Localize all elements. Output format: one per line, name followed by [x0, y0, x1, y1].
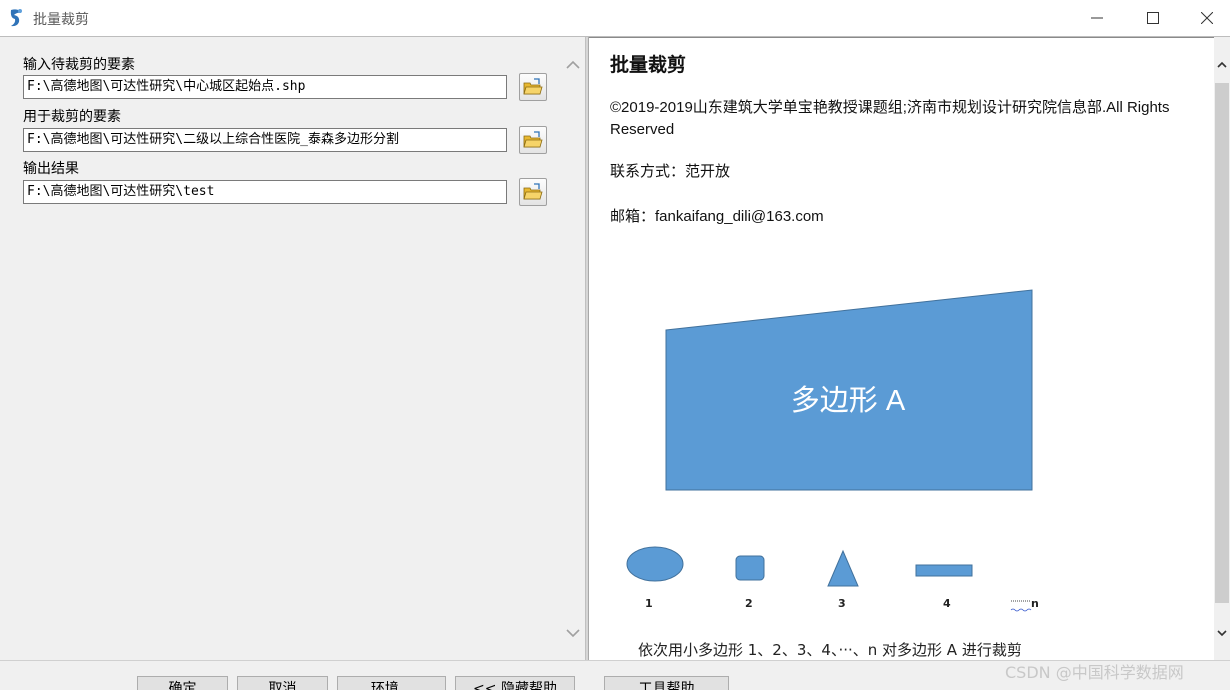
polygon-a-label: 多边形 A [791, 384, 906, 417]
help-scroll-up-button[interactable] [1215, 57, 1229, 73]
input-features-field[interactable]: F:\高德地图\可达性研究\中心城区起始点.shp [23, 75, 507, 99]
title-bar: 批量裁剪 [0, 0, 1230, 36]
help-scroll-down-button[interactable] [1215, 625, 1229, 641]
help-contact: 联系方式：范开放 [610, 163, 731, 180]
parameter-scrollbar[interactable] [561, 37, 585, 660]
chevron-down-icon [1217, 630, 1227, 637]
open-folder-icon [523, 78, 543, 95]
shape-1-ellipse [626, 546, 684, 582]
scroll-down-button[interactable] [565, 625, 581, 641]
chevron-up-icon [566, 60, 580, 69]
shape-3-label: 3 [838, 597, 846, 610]
environments-button[interactable]: 环境... [337, 676, 446, 690]
help-email: 邮箱：fankaifang_dili@163.com [610, 208, 824, 225]
diagram-caption: 依次用小多边形 1、2、3、4、···、n 对多边形 A 进行裁剪 [638, 641, 1022, 659]
output-field[interactable]: F:\高德地图\可达性研究\test [23, 180, 507, 204]
maximize-icon [1147, 12, 1159, 24]
shape-3-triangle [827, 549, 859, 587]
input-features-label: 输入待裁剪的要素 [23, 57, 135, 73]
clip-features-label: 用于裁剪的要素 [23, 109, 121, 125]
shape-2-label: 2 [745, 597, 753, 610]
clip-features-browse-button[interactable] [519, 126, 547, 154]
clip-features-field[interactable]: F:\高德地图\可达性研究\二级以上综合性医院_泰森多边形分割 [23, 128, 507, 152]
help-title: 批量裁剪 [610, 54, 687, 76]
shape-1-label: 1 [645, 597, 653, 610]
help-copyright: ©2019-2019山东建筑大学单宝艳教授课题组;济南市规划设计研究院信息部.A… [610, 99, 1170, 138]
output-browse-button[interactable] [519, 178, 547, 206]
minimize-button[interactable] [1074, 0, 1120, 36]
scroll-up-button[interactable] [565, 57, 581, 73]
maximize-button[interactable] [1130, 0, 1176, 36]
shape-2-rounded-square [735, 555, 765, 581]
parameter-panel: 输入待裁剪的要素 F:\高德地图\可达性研究\中心城区起始点.shp 用于裁剪的… [0, 37, 585, 660]
spellcheck-squiggle [1010, 608, 1032, 612]
clip-diagram: 多边形 A 1 2 3 4 n 依次用小多边形 1、2、3、4、···、n 对多… [626, 289, 1039, 659]
shape-n-label: n [1031, 597, 1039, 610]
help-scroll-thumb[interactable] [1215, 83, 1229, 603]
open-folder-icon [523, 183, 543, 200]
arcgis-toolbox-icon [10, 9, 22, 27]
help-panel: 批量裁剪 ©2019-2019山东建筑大学单宝艳教授课题组;济南市规划设计研究院… [589, 37, 1214, 660]
minimize-icon [1091, 17, 1103, 19]
chevron-down-icon [566, 629, 580, 638]
ok-button[interactable]: 确定 [137, 676, 228, 690]
window-title: 批量裁剪 [33, 12, 89, 28]
close-icon [1201, 12, 1213, 24]
chevron-up-icon [1217, 61, 1227, 68]
shape-4-label: 4 [943, 597, 951, 610]
open-folder-icon [523, 131, 543, 148]
help-scrollbar[interactable] [1214, 37, 1230, 660]
hide-help-button[interactable]: << 隐藏帮助 [455, 676, 575, 690]
cancel-button[interactable]: 取消 [237, 676, 328, 690]
tool-help-button[interactable]: 工具帮助 [604, 676, 729, 690]
input-features-browse-button[interactable] [519, 73, 547, 101]
close-button[interactable] [1184, 0, 1230, 36]
output-label: 输出结果 [23, 161, 79, 177]
shape-4-rectangle [915, 564, 973, 577]
watermark: CSDN @中国科学数据网 [1005, 663, 1184, 682]
